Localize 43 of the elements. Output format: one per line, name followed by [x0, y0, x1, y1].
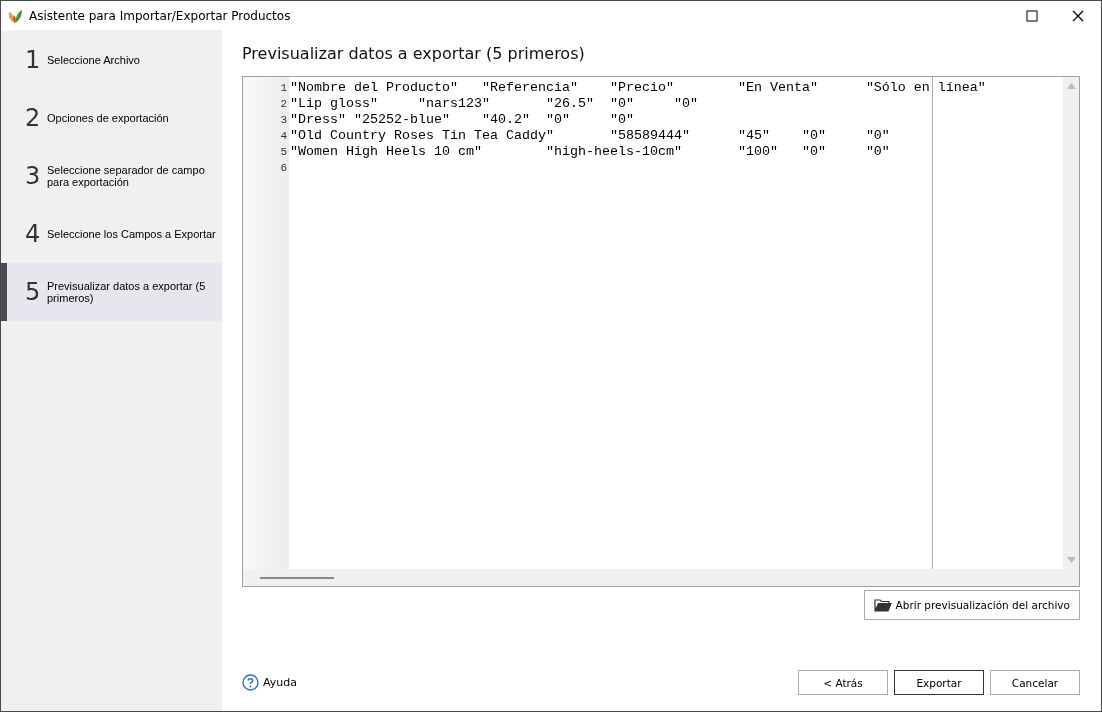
- maximize-icon[interactable]: [1026, 9, 1038, 22]
- wizard-step[interactable]: 3 Seleccione separador de campo para exportación: [1, 147, 222, 205]
- line-number: 2: [279, 97, 287, 112]
- close-icon[interactable]: [1072, 9, 1084, 22]
- help-link[interactable]: Ayuda: [263, 676, 297, 689]
- wizard-step[interactable]: 1 Seleccione Archivo: [1, 31, 222, 89]
- line-number: 5: [279, 145, 287, 160]
- step-number: 4: [25, 220, 42, 248]
- step-label: Previsualizar datos a exportar (5 primeros): [47, 280, 207, 304]
- wizard-button[interactable]: Exportar: [894, 670, 984, 695]
- step-number: 5: [25, 278, 42, 306]
- vertical-scrollbar[interactable]: [1063, 77, 1079, 569]
- step-number: 2: [25, 104, 42, 132]
- horizontal-scrollbar[interactable]: [243, 569, 1079, 586]
- code-line: "Dress" "25252-blue" "40.2" "0" "0": [290, 112, 634, 127]
- window-title: Asistente para Importar/Exportar Productos: [29, 8, 291, 23]
- step-label: Seleccione Archivo: [47, 54, 140, 66]
- wizard-step[interactable]: 2 Opciones de exportación: [1, 89, 222, 147]
- code-line: "Lip gloss" "nars123" "26.5" "0" "0": [290, 96, 698, 111]
- wizard-step[interactable]: 5 Previsualizar datos a exportar (5 primeros): [1, 263, 222, 321]
- line-number: 4: [279, 129, 287, 144]
- scrollbar-thumb[interactable]: [260, 576, 334, 579]
- line-number: 1: [279, 81, 287, 96]
- code-line: "Nombre del Producto" "Referencia" "Precio" "En Venta" "Sólo en línea": [290, 80, 986, 95]
- scroll-down-icon[interactable]: [1066, 557, 1076, 563]
- line-number: 3: [279, 113, 287, 128]
- wizard-button[interactable]: Cancelar: [990, 670, 1080, 695]
- code-line: "Old Country Roses Tin Tea Caddy" "58589444" "45" "0" "0": [290, 128, 890, 143]
- step-number: 1: [25, 46, 42, 74]
- step-label: Opciones de exportación: [47, 112, 169, 124]
- scroll-up-icon[interactable]: [1066, 83, 1076, 89]
- wizard-button[interactable]: < Atrás: [798, 670, 888, 695]
- line-number: 6: [279, 161, 287, 176]
- step-label: Seleccione separador de campo para exportación: [47, 164, 206, 188]
- leaf-logo-icon: [7, 7, 23, 24]
- step-label: Seleccione los Campos a Exportar: [47, 228, 216, 240]
- help-icon[interactable]: [242, 674, 259, 691]
- code-line: "Women High Heels 10 cm" "high-heels-10cm" "100" "0" "0": [290, 144, 890, 159]
- open-preview-button[interactable]: Abrir previsualización del archivo: [863, 590, 1080, 620]
- step-number: 3: [25, 162, 42, 190]
- page-heading: Previsualizar datos a exportar (5 primeros): [242, 44, 586, 63]
- folder-icon: [873, 598, 892, 612]
- wizard-step[interactable]: 4 Seleccione los Campos a Exportar: [1, 205, 222, 263]
